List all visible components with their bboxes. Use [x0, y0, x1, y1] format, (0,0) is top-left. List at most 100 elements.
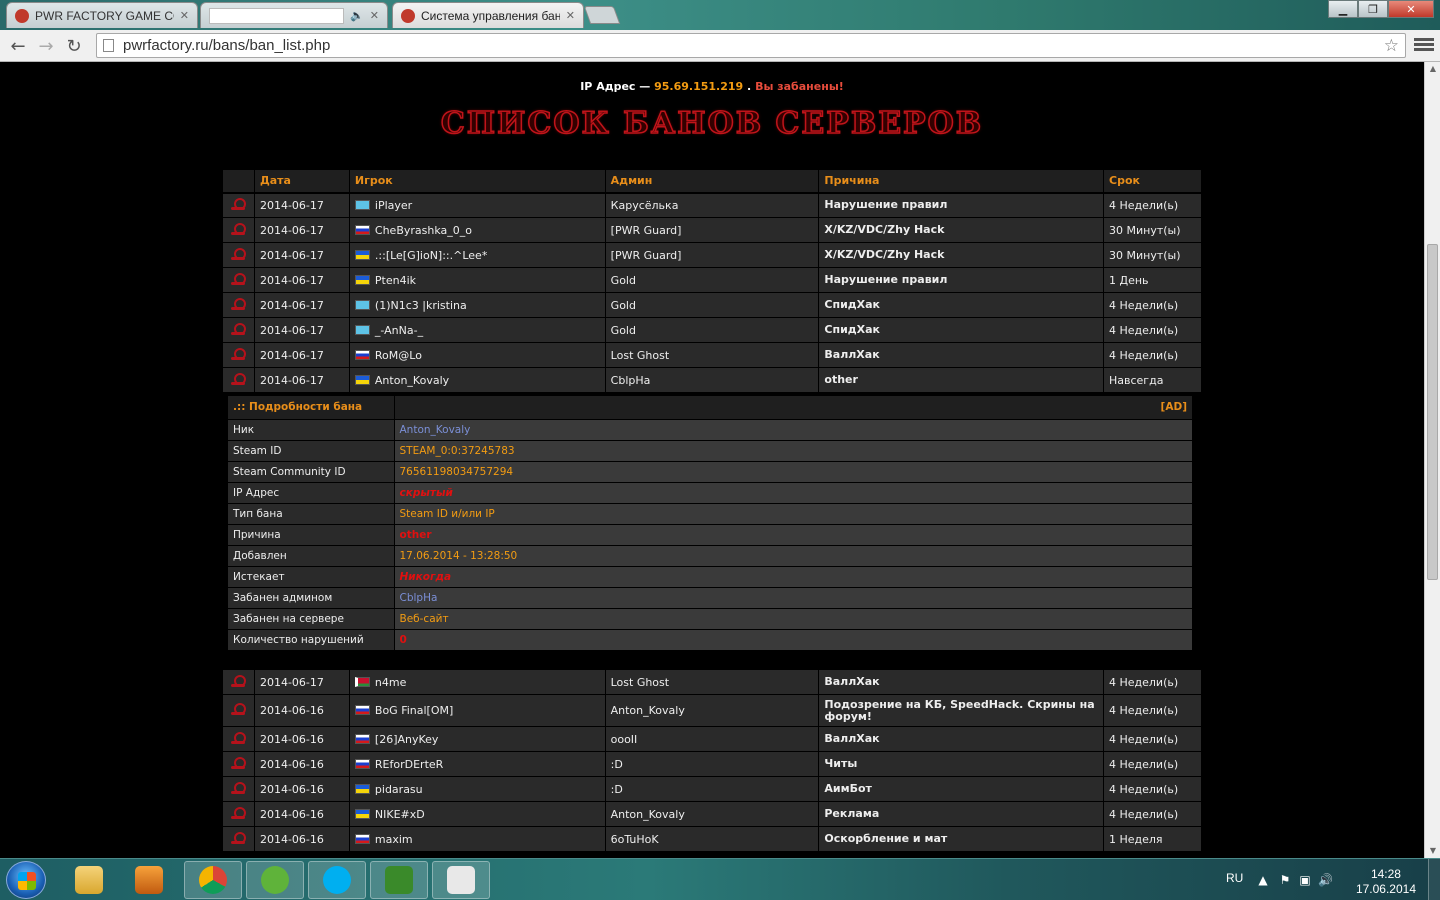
table-row[interactable]: 2014-06-17 Pten4ik Gold Нарушение правил 1 Д…: [222, 267, 1202, 293]
close-window-icon[interactable]: ✕: [1388, 0, 1434, 18]
header-term[interactable]: Срок: [1103, 169, 1202, 194]
volume-icon[interactable]: 🔊: [1318, 873, 1333, 887]
table-row[interactable]: 2014-06-16 pidarasu:D АимБот 4 Недели(ь): [222, 776, 1203, 802]
table-row[interactable]: 2014-06-16 [26]AnyKey oooII ВаллХак 4 Недели…: [222, 726, 1203, 752]
player-name[interactable]: REforDErteR: [375, 758, 443, 771]
player-name[interactable]: Pten4ik: [375, 274, 416, 287]
network-icon[interactable]: ▣: [1298, 873, 1312, 887]
table-row[interactable]: 2014-06-16 maxim 6oTuHoK Оскорбление и мат 1…: [222, 826, 1203, 852]
minimize-icon[interactable]: ▁: [1328, 0, 1358, 18]
ban-icon-cell: [222, 694, 255, 727]
tab-close-icon[interactable]: ✕: [566, 9, 575, 22]
tab-title: Система управления бан: [421, 8, 560, 23]
ban-status-icon[interactable]: [231, 347, 247, 360]
ban-status-icon[interactable]: [231, 674, 247, 687]
ban-status-icon[interactable]: [231, 247, 247, 260]
player-name[interactable]: CheByrashka_0_o: [375, 224, 472, 237]
table-row[interactable]: 2014-06-16 REforDErteR:D Читы 4 Недели(ь): [222, 751, 1203, 777]
ban-status-icon[interactable]: [231, 731, 247, 744]
clock[interactable]: 14:28 17.06.2014: [1356, 867, 1416, 897]
ban-status-icon[interactable]: [231, 372, 247, 385]
tab-close-icon[interactable]: ✕: [180, 9, 189, 22]
scroll-thumb[interactable]: [1427, 244, 1438, 580]
ban-status-icon[interactable]: [231, 806, 247, 819]
taskbar-chrome[interactable]: [184, 861, 242, 899]
ban-status-icon[interactable]: [231, 297, 247, 310]
show-desktop-button[interactable]: [1428, 859, 1440, 900]
details-value[interactable]: CblpHa: [394, 587, 1192, 609]
country-flag-icon: [354, 808, 370, 819]
restore-icon[interactable]: ❐: [1358, 0, 1388, 18]
taskbar-explorer[interactable]: [60, 861, 118, 899]
details-label: Истекает: [228, 566, 395, 588]
table-row[interactable]: 2014-06-17 RoM@Lo Lost Ghost ВаллХак 4 Недел…: [222, 342, 1202, 368]
scroll-down-icon[interactable]: ▼: [1425, 844, 1440, 858]
ban-player: RoM@Lo: [348, 342, 606, 368]
tab-blank[interactable]: 🔈 ✕: [200, 2, 388, 28]
address-bar[interactable]: pwrfactory.ru/bans/ban_list.php ☆: [96, 33, 1406, 58]
ban-details-table: .:: Подробности бана [AD] Ник Anton_Koval…: [228, 396, 1192, 651]
forward-icon[interactable]: →: [34, 34, 58, 58]
ad-link[interactable]: [AD]: [394, 396, 1192, 420]
tab-pwr-factory[interactable]: PWR FACTORY GAME CO ✕: [6, 2, 198, 28]
table-row[interactable]: 2014-06-17 n4me Lost Ghost ВаллХак 4 Недели(…: [222, 669, 1203, 695]
back-icon[interactable]: ←: [6, 34, 30, 58]
ban-status-icon[interactable]: [231, 703, 247, 715]
ban-reason: Нарушение правил: [818, 267, 1104, 293]
taskbar-qip[interactable]: [370, 861, 428, 899]
tab-close-icon[interactable]: ✕: [370, 9, 379, 22]
bookmark-star-icon[interactable]: ☆: [1384, 34, 1399, 57]
details-value: 0: [394, 629, 1192, 651]
table-row[interactable]: 2014-06-16 NIKE#xD Anton_Kovaly Реклама 4 Не…: [222, 801, 1203, 827]
player-name[interactable]: RoM@Lo: [375, 349, 422, 362]
ban-status-icon[interactable]: [231, 322, 247, 335]
show-hidden-icons-icon[interactable]: ▲: [1256, 873, 1270, 887]
header-date[interactable]: Дата: [253, 169, 350, 194]
table-row[interactable]: 2014-06-17 iPlayer Карусёлька Нарушение пра…: [222, 192, 1202, 218]
details-value[interactable]: Anton_Kovaly: [394, 419, 1192, 441]
ban-status-icon[interactable]: [231, 197, 247, 210]
table-row[interactable]: 2014-06-17 Anton_Kovaly CblpHa other Навсегд…: [222, 367, 1202, 393]
player-name[interactable]: _-AnNa-_: [375, 324, 423, 337]
ban-admin: Gold: [604, 292, 820, 318]
table-row[interactable]: 2014-06-17 (1)N1c3 |kristina Gold СпидХак 4 …: [222, 292, 1202, 318]
table-row[interactable]: 2014-06-17 .::[Le[G]ioN]::.^Lee* [PWR Guar…: [222, 242, 1202, 268]
table-row[interactable]: 2014-06-17 _-AnNa-_ Gold СпидХак 4 Недели(ь): [222, 317, 1202, 343]
taskbar-counter-strike[interactable]: [432, 861, 490, 899]
player-name[interactable]: [26]AnyKey: [375, 733, 439, 746]
header-admin[interactable]: Админ: [604, 169, 820, 194]
player-name[interactable]: Anton_Kovaly: [375, 374, 449, 387]
details-value: Веб-сайт: [394, 608, 1192, 630]
player-name[interactable]: (1)N1c3 |kristina: [375, 299, 467, 312]
table-row[interactable]: 2014-06-16 BoG Final[OM] Anton_Kovaly Подоз…: [222, 694, 1203, 727]
details-row: Ник Anton_Kovaly: [228, 419, 1192, 441]
taskbar-utorrent[interactable]: [246, 861, 304, 899]
player-name[interactable]: .::[Le[G]ioN]::.^Lee*: [375, 249, 487, 262]
ban-status-icon[interactable]: [231, 781, 247, 794]
header-player[interactable]: Игрок: [348, 169, 606, 194]
taskbar-skype[interactable]: [308, 861, 366, 899]
new-tab-button[interactable]: [583, 6, 621, 24]
scroll-up-icon[interactable]: ▲: [1425, 62, 1440, 76]
ban-status-icon[interactable]: [231, 272, 247, 285]
ban-status-icon[interactable]: [231, 756, 247, 769]
chrome-menu-icon[interactable]: [1414, 36, 1434, 56]
player-name[interactable]: iPlayer: [375, 199, 412, 212]
ban-status-icon[interactable]: [231, 831, 247, 844]
table-row[interactable]: 2014-06-17 CheByrashka_0_o [PWR Guard] X/KZ…: [222, 217, 1202, 243]
player-name[interactable]: BoG Final[OM]: [375, 704, 453, 717]
header-reason[interactable]: Причина: [818, 169, 1104, 194]
ban-status-icon[interactable]: [231, 222, 247, 235]
page-scrollbar[interactable]: ▲ ▼: [1424, 62, 1440, 858]
windows-logo-icon: [18, 872, 36, 890]
taskbar-media-player[interactable]: [120, 861, 178, 899]
player-name[interactable]: maxim: [375, 833, 413, 846]
reload-icon[interactable]: ↻: [62, 34, 86, 58]
start-button[interactable]: [6, 861, 46, 899]
tab-ban-system[interactable]: Система управления бан ✕: [392, 2, 584, 28]
player-name[interactable]: n4me: [375, 676, 406, 689]
language-indicator[interactable]: RU: [1226, 871, 1243, 885]
action-center-flag-icon[interactable]: ⚑: [1278, 873, 1292, 887]
player-name[interactable]: pidarasu: [375, 783, 423, 796]
player-name[interactable]: NIKE#xD: [375, 808, 425, 821]
